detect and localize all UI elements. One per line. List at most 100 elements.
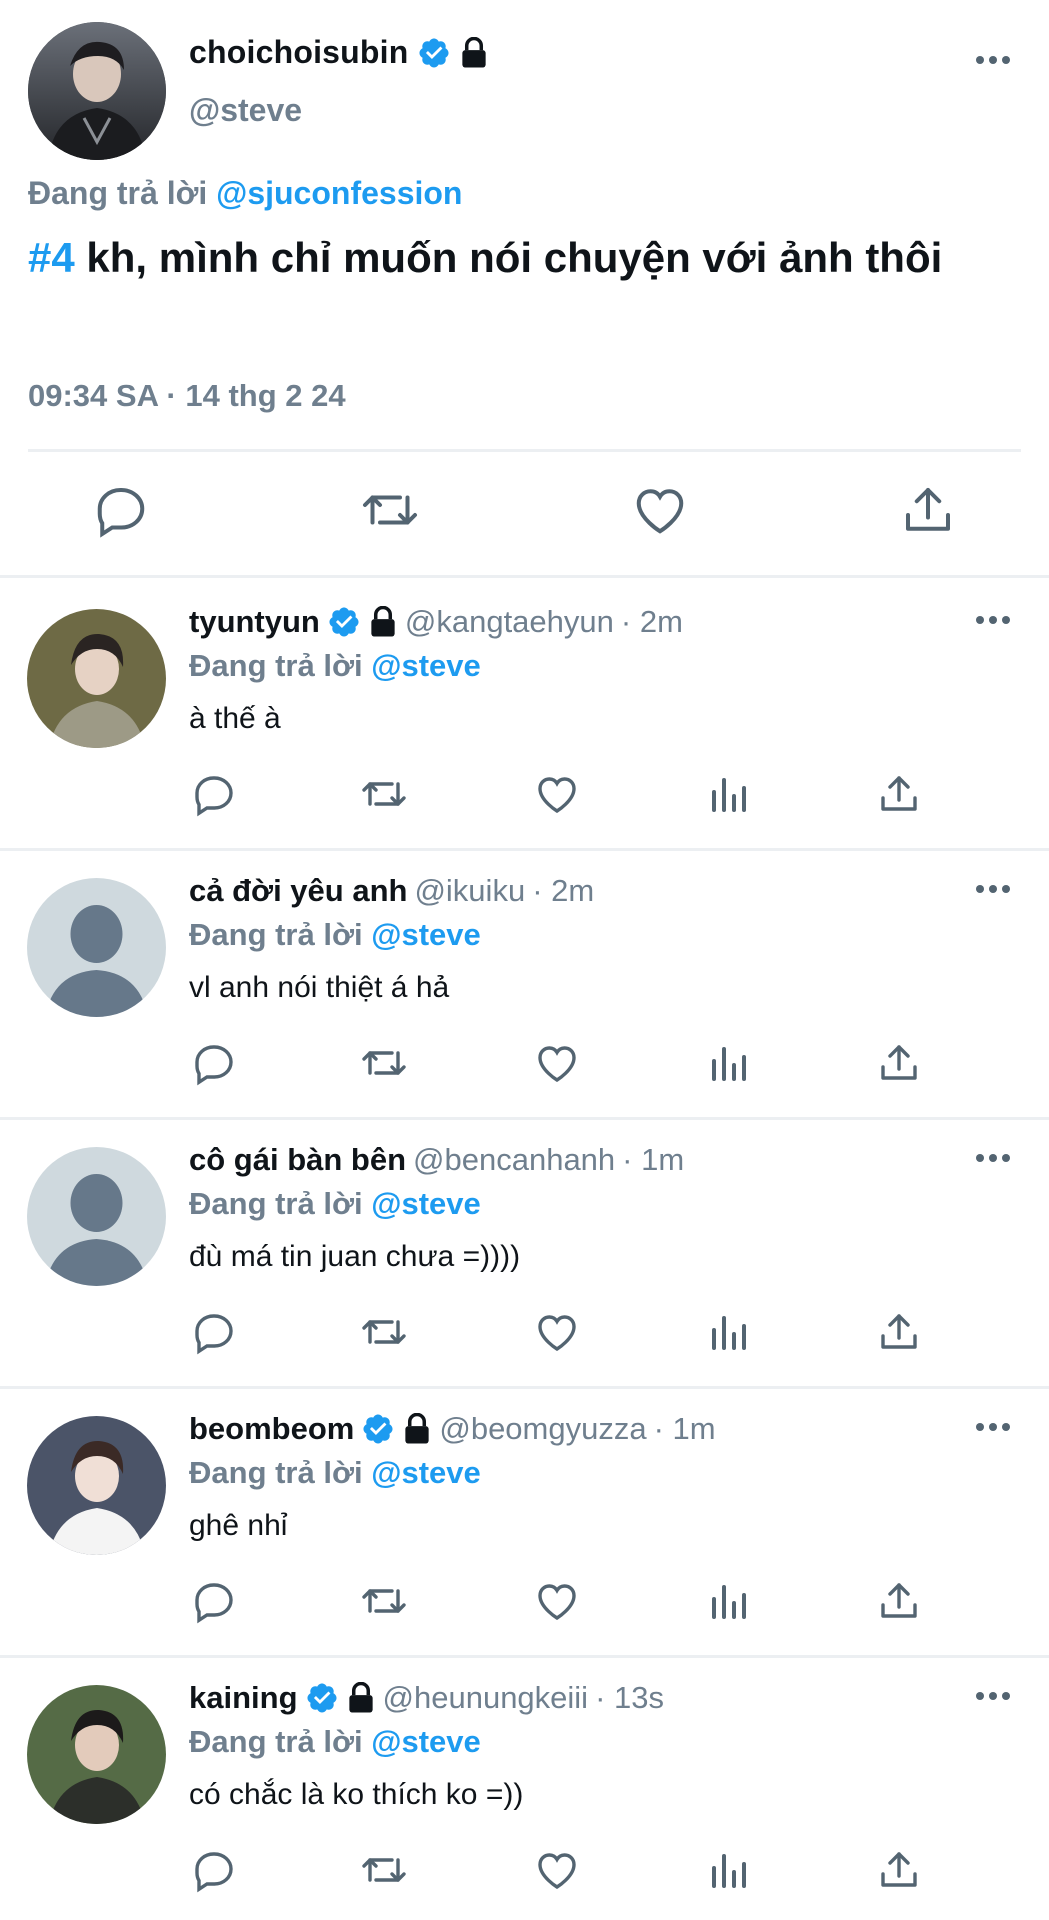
reply-icon[interactable] [190,1846,238,1894]
share-icon[interactable] [875,1846,923,1894]
reply-avatar[interactable] [27,609,166,748]
more-options-icon[interactable] [975,1150,1011,1168]
reply-actions [0,1039,1049,1091]
replying-to-prefix: Đang trả lời [189,648,363,683]
main-tweet-actions [0,480,1049,550]
verified-badge-icon [417,36,451,70]
replying-to-line: Đang trả lời @steve [189,917,481,953]
reply-header: cô gái bàn bên @bencanhanh · 1m [189,1142,684,1178]
more-options-icon[interactable] [975,52,1011,70]
reply-display-name[interactable]: kaining [189,1680,298,1716]
views-icon[interactable] [704,1308,752,1356]
like-heart-icon[interactable] [533,1308,581,1356]
reply-text: à thế à [189,702,281,735]
reply-avatar[interactable] [27,1147,166,1286]
replying-to-mention[interactable]: @steve [371,1724,481,1759]
retweet-icon[interactable] [360,480,420,540]
reply-header: kaining @heunungkeiii · 13s [189,1680,664,1716]
reply-avatar[interactable] [27,878,166,1017]
replying-to-mention[interactable]: @steve [371,648,481,683]
main-tweet-handle[interactable]: @steve [189,92,302,129]
share-icon[interactable] [898,480,958,540]
reply-handle[interactable]: @kangtaehyun [405,604,614,640]
verified-badge-icon [361,1412,395,1446]
replying-to-mention[interactable]: @steve [371,917,481,952]
views-icon[interactable] [704,1577,752,1625]
views-icon[interactable] [704,770,752,818]
share-icon[interactable] [875,1039,923,1087]
replying-to-mention[interactable]: @sjuconfession [216,175,462,211]
reply-avatar[interactable] [27,1685,166,1824]
views-icon[interactable] [704,1846,752,1894]
protected-lock-icon [346,1681,376,1714]
reply-tweet[interactable]: beombeom @beomgyuzza · 1m Đang trả lời @ste… [0,1389,1049,1658]
hashtag-link[interactable]: #4 [28,234,75,281]
reply-tweet[interactable]: cả đời yêu anh @ikuiku · 2m Đang trả lời @s… [0,851,1049,1120]
more-options-icon[interactable] [975,1419,1011,1437]
reply-header: tyuntyun @kangtaehyun · 2m [189,604,683,640]
retweet-icon[interactable] [360,1039,408,1087]
main-tweet: choichoisubin @steve Đang trả lời @sjuco… [0,0,1049,578]
divider [28,449,1021,452]
reply-header: beombeom @beomgyuzza · 1m [189,1411,716,1447]
reply-time: · 13s [595,1680,664,1715]
reply-tweet[interactable]: cô gái bàn bên @bencanhanh · 1m Đang trả lờ… [0,1120,1049,1389]
reply-icon[interactable] [190,770,238,818]
reply-time: · 1m [622,1142,685,1177]
like-heart-icon[interactable] [533,770,581,818]
reply-handle[interactable]: @heunungkeiii [383,1680,589,1716]
share-icon[interactable] [875,1308,923,1356]
more-options-icon[interactable] [975,612,1011,630]
reply-display-name[interactable]: tyuntyun [189,604,320,640]
verified-badge-icon [305,1681,339,1715]
share-icon[interactable] [875,770,923,818]
replying-to-prefix: Đang trả lời [189,917,363,952]
replying-to-prefix: Đang trả lời [189,1724,363,1759]
reply-icon[interactable] [91,480,151,540]
reply-avatar[interactable] [27,1416,166,1555]
like-heart-icon[interactable] [533,1577,581,1625]
more-options-icon[interactable] [975,1688,1011,1706]
main-tweet-text: #4 kh, mình chỉ muốn nói chuyện với ảnh … [28,232,1018,284]
main-tweet-avatar[interactable] [28,22,166,160]
reply-display-name[interactable]: cô gái bàn bên [189,1142,406,1178]
reply-display-name[interactable]: cả đời yêu anh [189,873,407,909]
reply-icon[interactable] [190,1577,238,1625]
reply-text: ghê nhỉ [189,1509,288,1542]
reply-actions [0,770,1049,822]
replying-to-line: Đang trả lời @steve [189,1724,481,1760]
replying-to-mention[interactable]: @steve [371,1455,481,1490]
replying-to-prefix: Đang trả lời [189,1455,363,1490]
retweet-icon[interactable] [360,1577,408,1625]
like-heart-icon[interactable] [630,480,690,540]
reply-time: · 1m [653,1411,716,1446]
reply-text: vl anh nói thiệt á hả [189,971,450,1004]
main-tweet-timestamp[interactable]: 09:34 SA · 14 thg 2 24 [28,378,346,414]
reply-icon[interactable] [190,1308,238,1356]
retweet-icon[interactable] [360,1308,408,1356]
reply-tweet[interactable]: tyuntyun @kangtaehyun · 2m Đang trả lời @st… [0,582,1049,851]
main-tweet-display-name[interactable]: choichoisubin [189,34,409,71]
reply-actions [0,1308,1049,1360]
reply-handle[interactable]: @bencanhanh [413,1142,615,1178]
main-tweet-body: kh, mình chỉ muốn nói chuyện với ảnh thô… [74,234,943,281]
reply-actions [0,1846,1049,1898]
views-icon[interactable] [704,1039,752,1087]
replying-to-mention[interactable]: @steve [371,1186,481,1221]
retweet-icon[interactable] [360,770,408,818]
reply-icon[interactable] [190,1039,238,1087]
replying-to-line: Đang trả lời @steve [189,1455,481,1491]
verified-badge-icon [327,605,361,639]
like-heart-icon[interactable] [533,1846,581,1894]
protected-lock-icon [368,605,398,638]
share-icon[interactable] [875,1577,923,1625]
reply-tweet[interactable]: kaining @heunungkeiii · 13s Đang trả lời @s… [0,1658,1049,1920]
reply-handle[interactable]: @beomgyuzza [439,1411,646,1447]
more-options-icon[interactable] [975,881,1011,899]
reply-handle[interactable]: @ikuiku [414,873,525,909]
like-heart-icon[interactable] [533,1039,581,1087]
protected-lock-icon [402,1412,432,1445]
reply-header: cả đời yêu anh @ikuiku · 2m [189,873,594,909]
reply-display-name[interactable]: beombeom [189,1411,354,1447]
retweet-icon[interactable] [360,1846,408,1894]
